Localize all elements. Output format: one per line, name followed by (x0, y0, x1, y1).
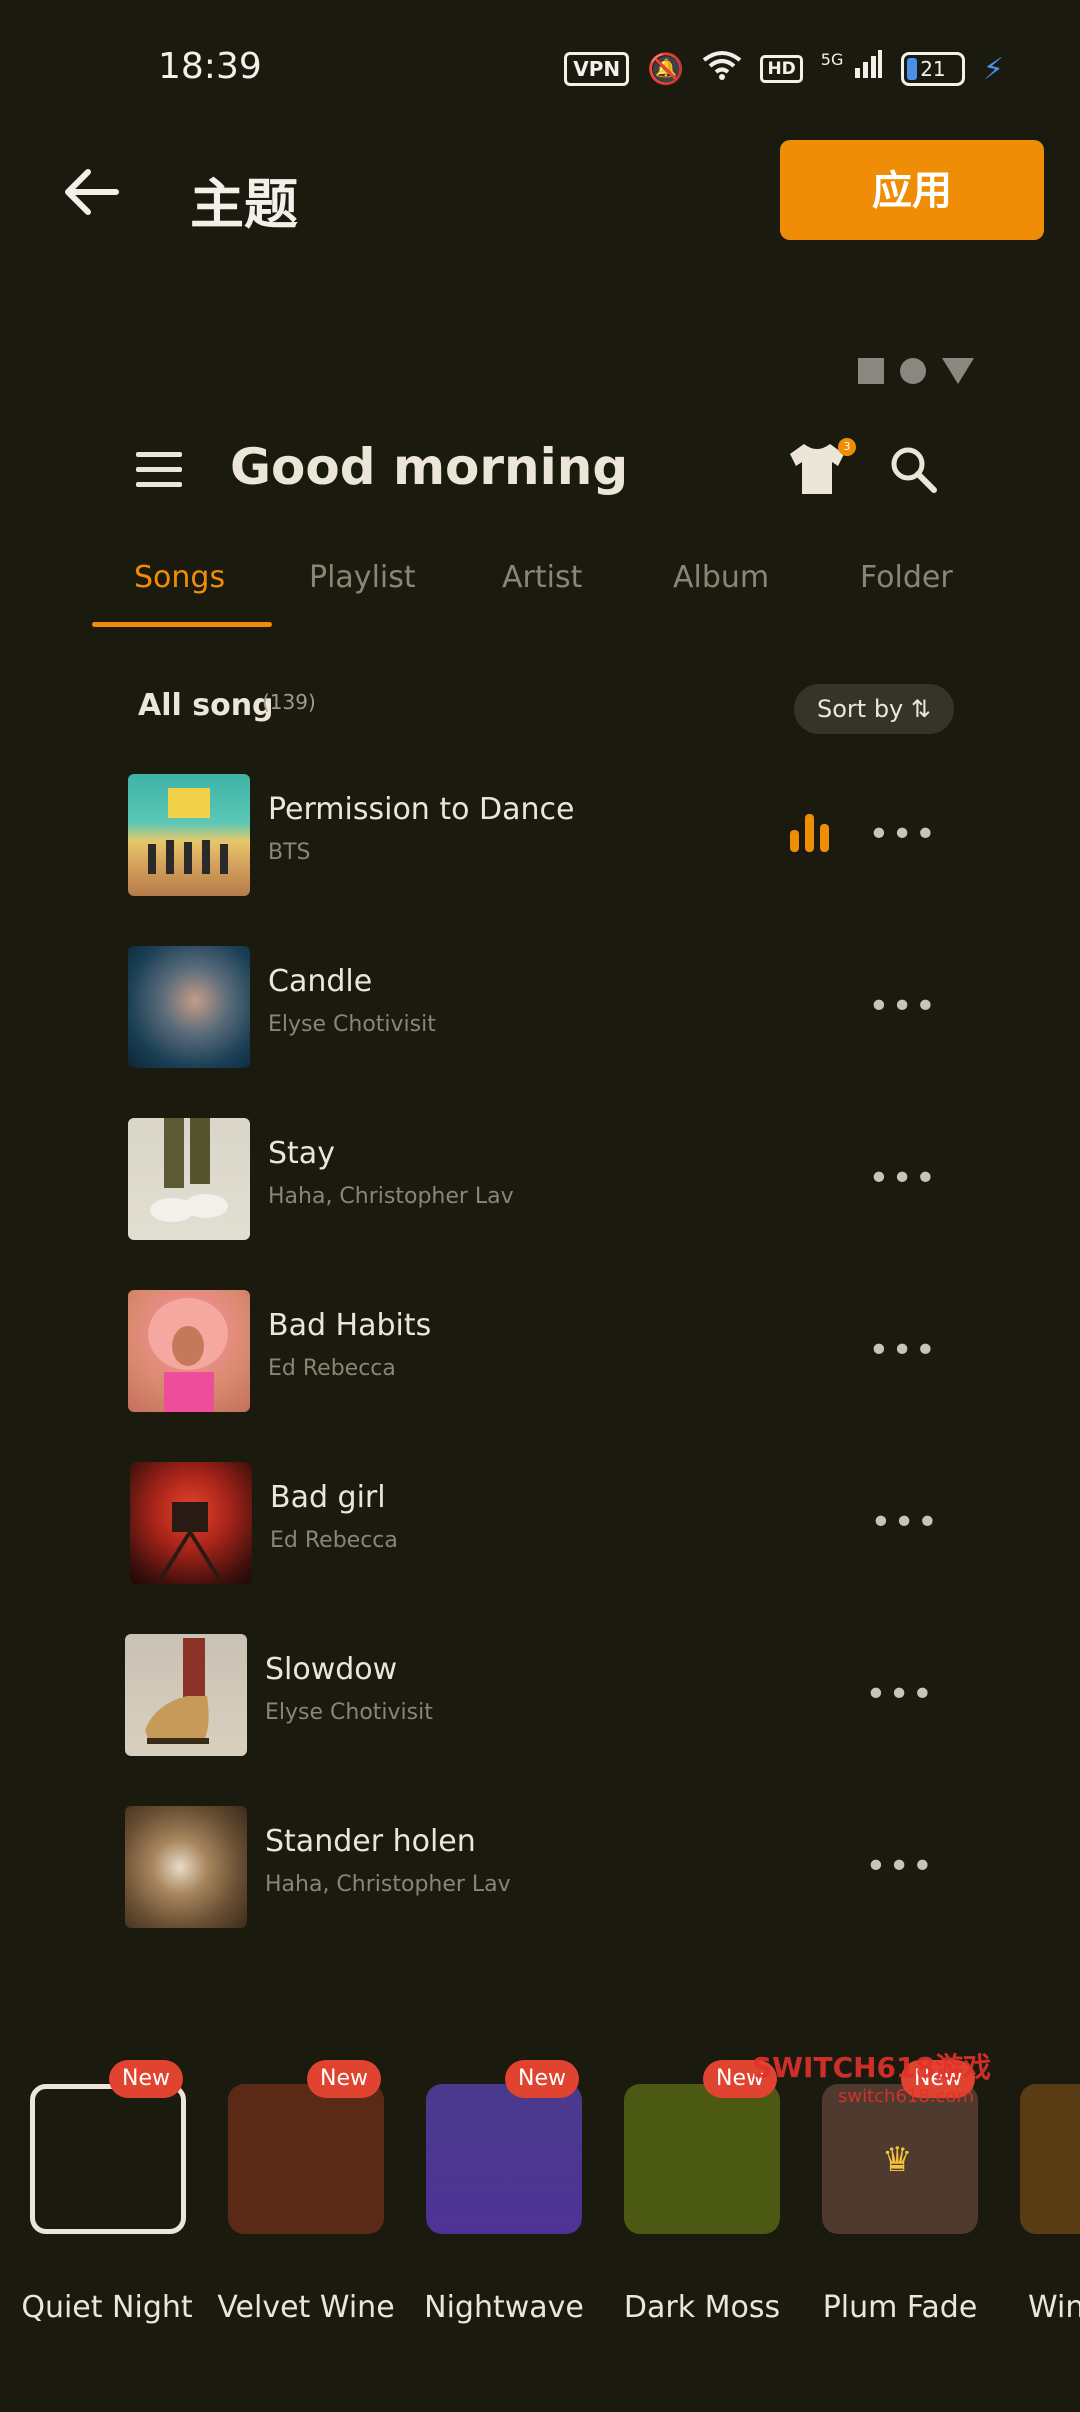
new-badge: New (307, 2060, 381, 2098)
hd-icon: HD (760, 55, 803, 83)
more-options-icon[interactable]: ••• (865, 1674, 935, 1715)
song-artist: Haha, Christopher Lav (265, 1872, 511, 1897)
more-options-icon[interactable]: ••• (870, 1502, 940, 1543)
new-badge: New (109, 2060, 183, 2098)
tab-artist[interactable]: Artist (502, 560, 582, 595)
active-tab-indicator (92, 622, 272, 627)
theme-name: Plum Fade (822, 2290, 978, 2325)
theme-swatch-quiet-night[interactable] (30, 2084, 186, 2234)
theme-name: Win (1028, 2290, 1080, 2325)
tab-songs[interactable]: Songs (134, 560, 225, 595)
album-art (125, 1806, 247, 1928)
theme-swatch-nightwave[interactable] (426, 2084, 582, 2234)
theme-swatch-dark-moss[interactable] (624, 2084, 780, 2234)
status-bar: 18:39 VPN 🔕 HD 5G 21 ⚡ (0, 0, 1080, 140)
watermark: SWITCH618游戏 (752, 2051, 991, 2084)
wifi-icon (702, 50, 742, 88)
song-artist: Haha, Christopher Lav (268, 1184, 514, 1209)
theme-name: Velvet Wine (217, 2290, 395, 2325)
more-options-icon[interactable]: ••• (868, 1330, 938, 1371)
song-row[interactable]: Slowdow Elyse Chotivisit ••• (125, 1634, 965, 1758)
greeting-title: Good morning (230, 438, 629, 496)
watermark-url: switch618.com (838, 2086, 974, 2107)
song-artist: BTS (268, 840, 311, 865)
theme-preview: Good morning 3 Songs Playlist Artist Alb… (88, 340, 992, 1960)
vpn-icon: VPN (564, 52, 630, 86)
theme-name: Quiet Night (21, 2290, 193, 2325)
song-artist: Ed Rebecca (268, 1356, 396, 1381)
battery-fill (906, 58, 917, 80)
song-title: Candle (268, 964, 373, 999)
status-time: 18:39 (158, 46, 262, 87)
album-art (130, 1462, 252, 1584)
song-row[interactable]: Stander holen Haha, Christopher Lav ••• (125, 1806, 965, 1930)
shirt-icon[interactable]: 3 (786, 438, 856, 500)
shirt-badge: 3 (838, 438, 856, 456)
page-title: 主题 (190, 173, 298, 236)
battery-icon: 21 (900, 52, 965, 86)
song-artist: Elyse Chotivisit (268, 1012, 436, 1037)
charging-icon: ⚡ (982, 51, 1004, 87)
status-icons: VPN 🔕 HD 5G 21 ⚡ (564, 50, 1004, 88)
album-art (128, 1290, 250, 1412)
theme-name: Dark Moss (623, 2290, 781, 2325)
theme-swatch-win[interactable] (1020, 2084, 1080, 2234)
more-options-icon[interactable]: ••• (868, 986, 938, 1027)
hamburger-menu-icon[interactable] (136, 452, 182, 487)
album-art (128, 1118, 250, 1240)
new-badge: New (505, 2060, 579, 2098)
tab-bar: Songs Playlist Artist Album Folder (88, 560, 992, 630)
battery-level: 21 (920, 57, 946, 81)
song-count: (139) (262, 690, 316, 714)
list-title: All song (138, 688, 274, 723)
album-art (128, 946, 250, 1068)
search-icon[interactable] (888, 444, 938, 494)
apply-button[interactable]: 应用 (780, 140, 1044, 240)
tab-folder[interactable]: Folder (860, 560, 953, 595)
square-icon (858, 358, 884, 384)
song-row[interactable]: Bad Habits Ed Rebecca ••• (128, 1290, 968, 1414)
more-options-icon[interactable]: ••• (868, 814, 938, 855)
tab-album[interactable]: Album (673, 560, 769, 595)
now-playing-icon (788, 812, 832, 854)
network-type: 5G (820, 50, 844, 69)
more-options-icon[interactable]: ••• (868, 1158, 938, 1199)
song-title: Bad girl (270, 1480, 386, 1515)
signal-icon: 5G (821, 50, 883, 88)
mute-icon: 🔕 (647, 51, 685, 87)
song-row[interactable]: Permission to Dance BTS ••• (128, 774, 968, 898)
album-art (128, 774, 250, 896)
crown-icon: ♛ (882, 2140, 913, 2180)
song-artist: Ed Rebecca (270, 1528, 398, 1553)
tab-playlist[interactable]: Playlist (309, 560, 416, 595)
song-row[interactable]: Bad girl Ed Rebecca ••• (130, 1462, 970, 1586)
song-row[interactable]: Candle Elyse Chotivisit ••• (128, 946, 968, 1070)
sort-button[interactable]: Sort by ⇅ (794, 684, 954, 734)
song-title: Bad Habits (268, 1308, 432, 1343)
song-title: Stay (268, 1136, 335, 1171)
back-arrow-icon[interactable] (60, 160, 124, 224)
song-title: Stander holen (265, 1824, 476, 1859)
theme-swatch-velvet-wine[interactable] (228, 2084, 384, 2234)
song-title: Permission to Dance (268, 792, 575, 827)
triangle-icon (942, 358, 974, 384)
song-artist: Elyse Chotivisit (265, 1700, 433, 1725)
preview-nav-indicators (858, 358, 974, 384)
song-row[interactable]: Stay Haha, Christopher Lav ••• (128, 1118, 968, 1242)
song-title: Slowdow (265, 1652, 398, 1687)
more-options-icon[interactable]: ••• (865, 1846, 935, 1887)
album-art (125, 1634, 247, 1756)
circle-icon (900, 358, 926, 384)
theme-name: Nightwave (424, 2290, 584, 2325)
